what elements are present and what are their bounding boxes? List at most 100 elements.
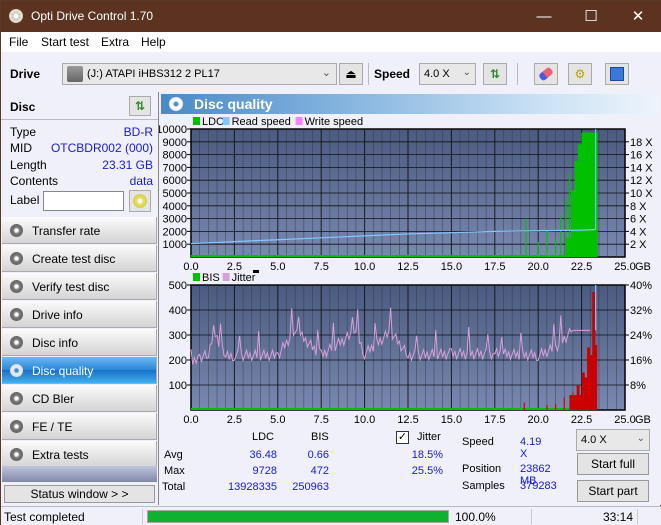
- samples-label: Samples: [462, 480, 505, 492]
- disc-info-icon: [10, 336, 23, 349]
- nav-create-test-disc[interactable]: Create test disc: [2, 245, 157, 272]
- disc-label-input[interactable]: [43, 191, 124, 211]
- erase-button[interactable]: [534, 63, 558, 85]
- disc-length-label: Length: [10, 158, 47, 172]
- bis-bar: [546, 405, 548, 410]
- ldc-header: LDC: [252, 431, 275, 443]
- ldc-legend-swatch: [193, 117, 200, 125]
- nav-disc-quality[interactable]: Disc quality: [2, 357, 157, 384]
- disc-mid-value: OTCBDR002 (000): [50, 141, 153, 155]
- menu-help[interactable]: Help: [141, 35, 166, 49]
- ldc-y2-tick-label: 16 X: [630, 150, 653, 162]
- menu-start-test[interactable]: Start test: [41, 35, 89, 49]
- ldc-y-tick-label: 5000: [163, 188, 187, 200]
- ldc-bar: [212, 251, 215, 257]
- ldc-y2-tick-label: 14 X: [630, 162, 653, 174]
- toolbar-divider: [517, 63, 518, 85]
- nav-label: Create test disc: [32, 252, 116, 266]
- bis-y2-tick-label: 24%: [630, 330, 652, 342]
- disc-label-button[interactable]: [129, 190, 151, 212]
- progress-bar: [147, 510, 449, 523]
- start-full-button[interactable]: Start full: [577, 453, 649, 475]
- ldc-legend-label: Write speed: [305, 116, 364, 128]
- cd-bler-icon: [10, 392, 23, 405]
- bis-y2-tick-label: 40%: [630, 280, 652, 292]
- ldc-x-tick-label: 17.5: [484, 261, 505, 273]
- bis-x-tick-label: 22.5: [571, 414, 592, 424]
- nav-label: Drive info: [32, 308, 83, 322]
- bis-x-tick-label: 0.0: [183, 414, 198, 424]
- ldc-y-tick-label: 9000: [163, 137, 187, 149]
- total-bis-value: 250963: [292, 481, 329, 493]
- status-window-button[interactable]: Status window > >: [4, 485, 155, 503]
- bis-y2-tick-label: 8%: [630, 380, 646, 392]
- sidebar: Disc ⇅ Type BD-R MID OTCBDR002 (000) Len…: [1, 92, 159, 505]
- samples-value: 379283: [520, 480, 557, 492]
- status-divider: [531, 509, 532, 524]
- disc-quality-icon: [169, 97, 183, 111]
- ldc-legend-swatch: [222, 117, 230, 125]
- close-button[interactable]: ✕: [615, 1, 661, 32]
- ldc-bar: [537, 241, 539, 257]
- minimize-button[interactable]: —: [521, 1, 567, 32]
- menu-extra[interactable]: Extra: [101, 35, 129, 49]
- bis-x-tick-label: 5.0: [270, 414, 285, 424]
- avg-jitter-value: 18.5%: [411, 449, 443, 461]
- ldc-bar: [364, 255, 366, 257]
- nav-drive-info[interactable]: Drive info: [2, 301, 157, 328]
- bis-y-tick-label: 500: [169, 280, 187, 292]
- ldc-legend-label: Read speed: [232, 116, 291, 128]
- save-button[interactable]: [605, 63, 629, 85]
- nav-label: Transfer rate: [32, 224, 101, 238]
- total-ldc-value: 13928335: [228, 481, 277, 493]
- menu-file[interactable]: File: [9, 35, 28, 49]
- ldc-legend-swatch: [295, 117, 303, 125]
- jitter-header: Jitter: [417, 431, 441, 443]
- ldc-y-tick-label: 2000: [163, 226, 187, 238]
- test-speed-select[interactable]: 4.0 X ⌄: [576, 429, 650, 451]
- jitter-checkbox[interactable]: ✓: [396, 431, 409, 444]
- legend-marker: [253, 270, 259, 273]
- start-part-button[interactable]: Start part: [577, 480, 649, 502]
- charts: 1000200030004000500060007000800090001000…: [159, 116, 653, 424]
- eject-button[interactable]: ⏏: [339, 63, 363, 85]
- ldc-x-tick-label: 12.5: [397, 261, 418, 273]
- bis-y2-tick-label: 16%: [630, 355, 652, 367]
- bis-x-axis-label: GB: [635, 414, 651, 424]
- bis-header: BIS: [311, 431, 329, 443]
- bis-legend-swatch: [222, 273, 230, 281]
- bis-legend-swatch: [193, 273, 200, 281]
- app-window: Opti Drive Control 1.70 — ☐ ✕ File Start…: [0, 0, 661, 525]
- speed-select[interactable]: 4.0 X ⌄: [419, 63, 476, 85]
- nav-label: FE / TE: [32, 420, 73, 434]
- ldc-bar: [277, 255, 279, 257]
- settings-button[interactable]: ⚙: [568, 63, 592, 85]
- chevron-down-icon: ⌄: [462, 67, 471, 78]
- panel-header: Disc quality: [161, 94, 660, 114]
- ldc-y2-tick-label: 18 X: [630, 137, 653, 149]
- drive-select[interactable]: (J:) ATAPI iHBS312 2 PL17 ⌄: [62, 63, 337, 85]
- speed-label: Speed: [374, 67, 411, 81]
- bis-bar: [554, 403, 557, 410]
- disc-refresh-button[interactable]: ⇅: [129, 96, 151, 116]
- drive-label: Drive: [10, 67, 41, 81]
- ldc-legend-label: LDC: [202, 116, 224, 128]
- total-label: Total: [162, 481, 186, 493]
- menu-bar: File Start test Extra Help: [1, 32, 661, 52]
- nav-disc-info[interactable]: Disc info: [2, 329, 157, 356]
- refresh-button[interactable]: ⇅: [483, 63, 507, 85]
- nav-verify-test-disc[interactable]: Verify test disc: [2, 273, 157, 300]
- ldc-bar: [199, 255, 201, 257]
- nav-extra-tests[interactable]: Extra tests: [2, 441, 157, 468]
- avg-ldc-value: 36.48: [249, 449, 277, 461]
- bis-x-tick-label: 7.5: [314, 414, 329, 424]
- nav-fe-te[interactable]: FE / TE: [2, 413, 157, 440]
- ldc-x-tick-label: 20.0: [527, 261, 548, 273]
- nav-cd-bler[interactable]: CD Bler: [2, 385, 157, 412]
- bis-x-tick-label: 12.5: [397, 414, 418, 424]
- max-jitter-value: 25.5%: [411, 465, 443, 477]
- maximize-button[interactable]: ☐: [568, 1, 614, 32]
- bis-x-tick-label: 10.0: [354, 414, 375, 424]
- disc-length-value: 23.31 GB: [102, 158, 153, 172]
- nav-transfer-rate[interactable]: Transfer rate: [2, 217, 157, 244]
